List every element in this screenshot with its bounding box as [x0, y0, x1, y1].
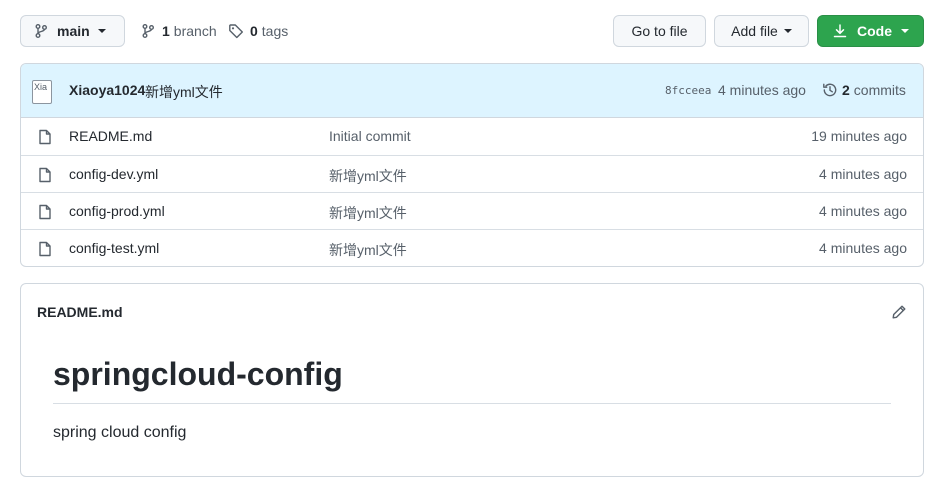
- file-name-link[interactable]: config-prod.yml: [69, 203, 165, 219]
- file-icon: [39, 204, 51, 220]
- file-name-link[interactable]: config-test.yml: [69, 240, 159, 256]
- code-button[interactable]: Code: [817, 15, 924, 47]
- avatar[interactable]: Xia: [32, 80, 52, 104]
- readme-heading: springcloud-config: [53, 356, 343, 392]
- commit-word: commits: [853, 82, 906, 98]
- branch-word: branch: [173, 23, 217, 39]
- add-file-label: Add file: [731, 23, 778, 39]
- file-commit-message-link[interactable]: 新增yml文件: [329, 203, 407, 223]
- file-commit-message-link[interactable]: 新增yml文件: [329, 166, 407, 186]
- file-commit-time: 4 minutes ago: [819, 166, 907, 182]
- code-label: Code: [857, 23, 892, 39]
- chevron-down-icon: [901, 29, 909, 33]
- tags-link[interactable]: 0 tags: [228, 15, 288, 47]
- branch-count: 1: [162, 23, 170, 39]
- history-icon: [823, 83, 837, 97]
- commit-sha-link[interactable]: 8fcceea: [665, 84, 711, 97]
- file-commit-message-link[interactable]: Initial commit: [329, 128, 411, 144]
- tag-count: 0: [250, 23, 258, 39]
- latest-commit-bar: Xia Xiaoya1024 新增yml文件 8fcceea 4 minutes…: [21, 64, 923, 118]
- commit-author-link[interactable]: Xiaoya1024: [69, 82, 145, 98]
- file-name-link[interactable]: config-dev.yml: [69, 166, 158, 182]
- file-commit-message-link[interactable]: 新增yml文件: [329, 240, 407, 260]
- tag-icon: [229, 24, 243, 39]
- file-name-link[interactable]: README.md: [69, 128, 152, 144]
- add-file-button[interactable]: Add file: [714, 15, 809, 47]
- readme-filename-link[interactable]: README.md: [37, 304, 123, 320]
- file-row[interactable]: config-prod.yml 新增yml文件 4 minutes ago: [21, 192, 923, 229]
- go-to-file-button[interactable]: Go to file: [613, 15, 706, 47]
- git-branch-icon: [35, 24, 47, 38]
- readme-body-text: spring cloud config: [53, 424, 187, 441]
- file-commit-time: 19 minutes ago: [811, 128, 907, 144]
- file-icon: [39, 167, 51, 183]
- branches-link[interactable]: 1 branch: [140, 15, 217, 47]
- readme-panel: README.md springcloud-config spring clou…: [20, 283, 924, 477]
- chevron-down-icon: [783, 29, 792, 33]
- commits-history-link[interactable]: 2 commits: [822, 82, 906, 98]
- file-row[interactable]: config-test.yml 新增yml文件 4 minutes ago: [21, 229, 923, 266]
- file-icon: [39, 129, 51, 145]
- commit-time: 4 minutes ago: [718, 82, 806, 98]
- file-commit-time: 4 minutes ago: [819, 240, 907, 256]
- commit-message-link[interactable]: 新增yml文件: [145, 82, 223, 102]
- branch-name: main: [57, 23, 90, 39]
- repo-toolbar: main 1 branch 0 tags Go to file Add file…: [20, 15, 924, 48]
- chevron-down-icon: [97, 29, 106, 33]
- git-branch-icon: [142, 24, 154, 38]
- readme-divider: [53, 403, 891, 404]
- file-icon: [39, 241, 51, 257]
- go-to-file-label: Go to file: [631, 23, 688, 39]
- file-row[interactable]: README.md Initial commit 19 minutes ago: [21, 118, 923, 155]
- pencil-icon[interactable]: [891, 304, 907, 320]
- avatar-alt-text: Xia: [34, 82, 48, 92]
- tag-word: tags: [261, 23, 289, 39]
- commit-count: 2: [842, 82, 850, 98]
- file-row[interactable]: config-dev.yml 新增yml文件 4 minutes ago: [21, 155, 923, 192]
- branch-select-button[interactable]: main: [20, 15, 125, 47]
- download-icon: [833, 24, 847, 38]
- file-commit-time: 4 minutes ago: [819, 203, 907, 219]
- file-list: Xia Xiaoya1024 新增yml文件 8fcceea 4 minutes…: [20, 63, 924, 267]
